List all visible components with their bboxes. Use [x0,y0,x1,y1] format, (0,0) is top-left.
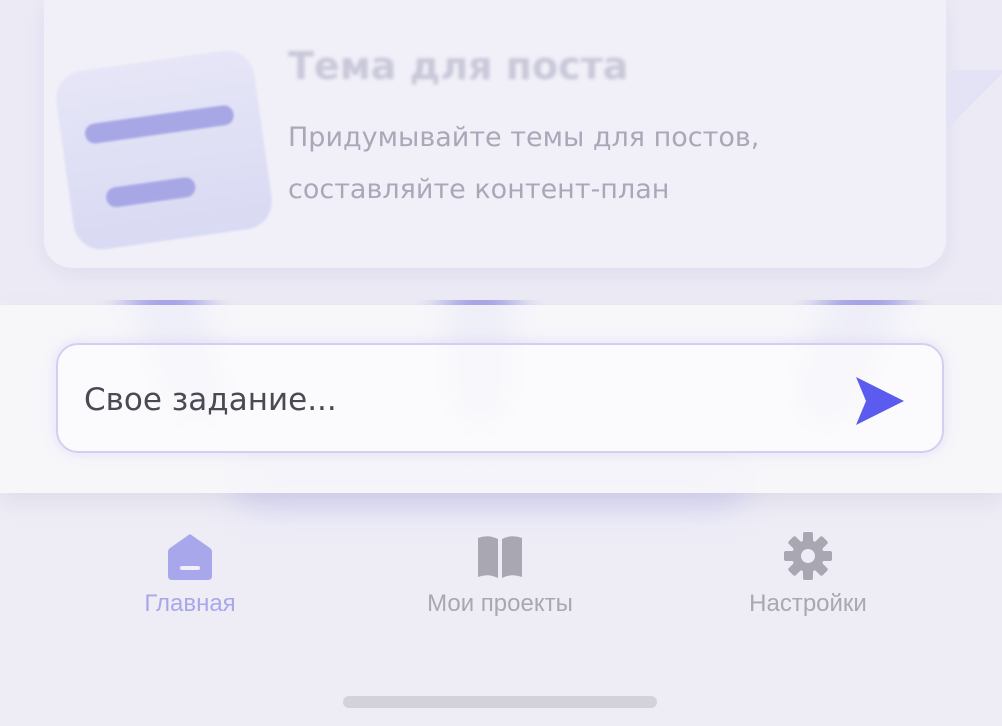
gear-icon [784,532,832,580]
send-arrow-icon [856,377,904,425]
card-title: Тема для поста [288,44,629,88]
card-description-line: Придумывайте темы для постов, [288,122,760,153]
document-line [104,176,197,209]
card-description: Придумывайте темы для постов, составляйт… [288,112,888,216]
document-line [83,104,236,145]
home-indicator [343,696,657,708]
task-card-post-topic[interactable]: Тема для поста Придумывайте темы для пос… [44,0,946,268]
bottom-tab-bar: Главная Мои проекты Настройки [0,520,1002,660]
task-input-panel [0,305,1002,493]
task-input-container [56,343,944,453]
tab-settings[interactable]: Настройки [658,520,958,640]
book-icon [478,536,522,578]
card-description-line: составляйте контент-план [288,174,670,205]
tab-my-projects[interactable]: Мои проекты [350,520,650,640]
tab-home[interactable]: Главная [40,520,340,640]
send-button[interactable] [852,375,908,427]
task-input[interactable] [84,373,824,427]
document-icon [52,46,276,254]
home-icon [168,534,212,580]
tab-label: Настройки [749,590,867,617]
tab-label: Мои проекты [427,590,573,617]
tab-label: Главная [144,590,236,617]
